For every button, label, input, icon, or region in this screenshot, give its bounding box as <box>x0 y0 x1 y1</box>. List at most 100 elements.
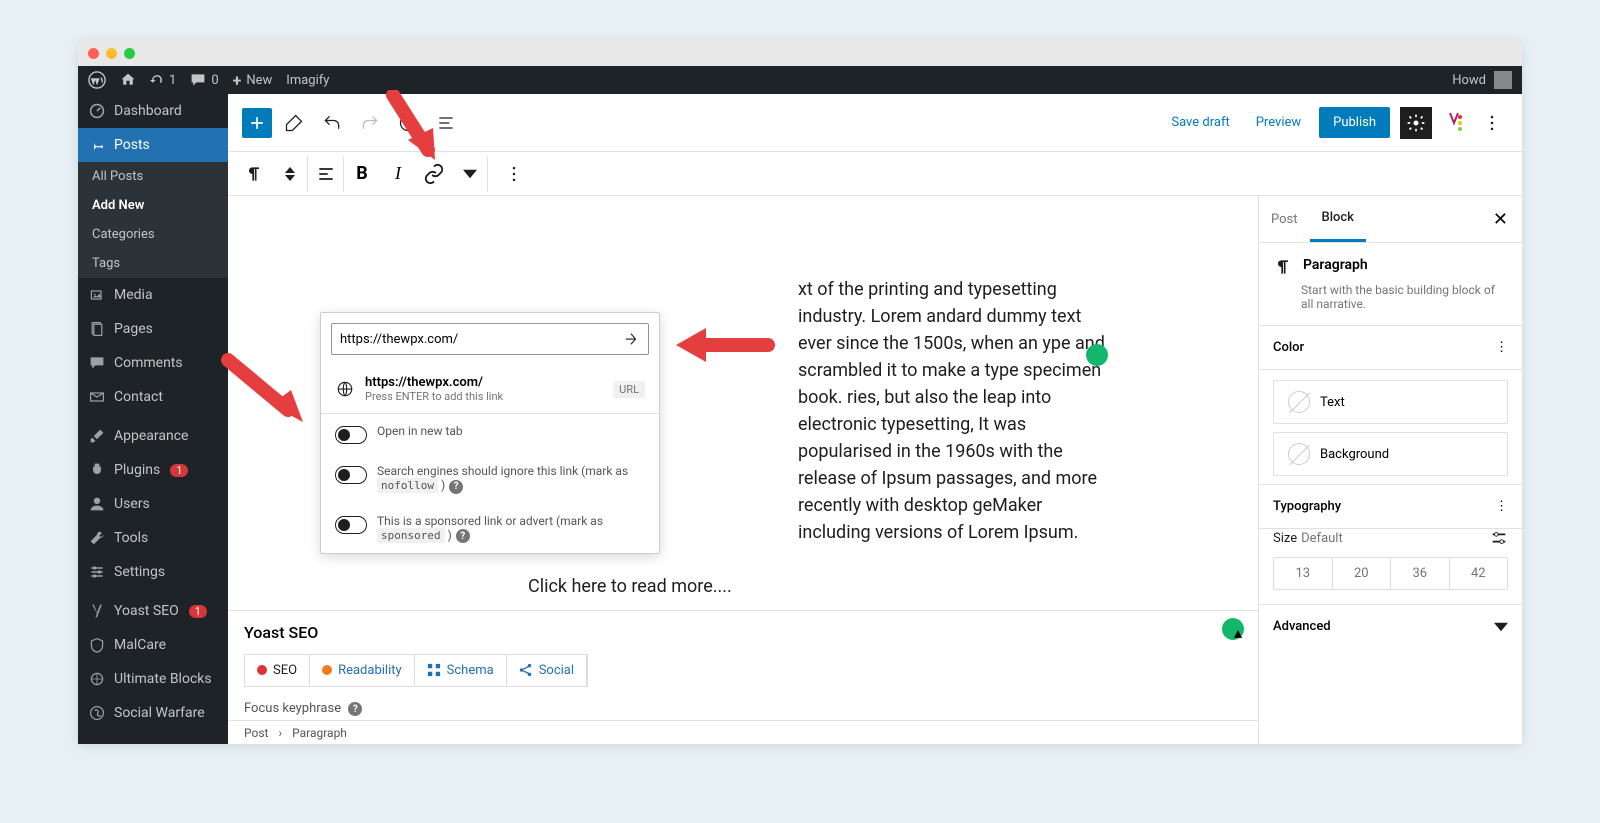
link-suggestion[interactable]: https://thewpx.com/ Press ENTER to add t… <box>321 365 659 414</box>
link-popover: https://thewpx.com/ Press ENTER to add t… <box>320 312 660 554</box>
undo-button[interactable] <box>316 107 348 139</box>
publish-button[interactable]: Publish <box>1319 107 1390 138</box>
background-color-button[interactable]: Background <box>1273 432 1508 476</box>
sidebar-item-malcare[interactable]: MalCare <box>78 628 228 662</box>
sidebar-item-settings[interactable]: Settings <box>78 555 228 589</box>
edit-mode-button[interactable] <box>278 107 310 139</box>
sidebar-subitem-tags[interactable]: Tags <box>78 249 228 278</box>
size-option-20[interactable]: 20 <box>1333 558 1392 589</box>
sidebar-item-users[interactable]: Users <box>78 487 228 521</box>
howdy-text[interactable]: Howd <box>1452 73 1486 88</box>
paragraph-type-button[interactable] <box>236 156 272 192</box>
updates-link[interactable]: 1 <box>150 73 176 88</box>
more-icon[interactable]: ⋮ <box>1495 340 1508 355</box>
imagify-link[interactable]: Imagify <box>286 73 329 88</box>
red-dot-icon <box>257 665 267 675</box>
avatar[interactable] <box>1494 71 1512 89</box>
bold-button[interactable]: B <box>344 156 380 192</box>
sidebar-item-dashboard[interactable]: Dashboard <box>78 94 228 128</box>
yoast-panel-header[interactable]: Yoast SEO ▴ <box>228 611 1258 654</box>
help-icon[interactable]: ? <box>348 702 362 716</box>
plug-icon <box>88 461 106 479</box>
advanced-panel-header[interactable]: Advanced <box>1259 604 1522 648</box>
breadcrumb: Post › Paragraph <box>228 720 1258 744</box>
sidebar-item-social-warfare[interactable]: Social Warfare <box>78 696 228 730</box>
settings-button[interactable] <box>1400 107 1432 139</box>
sidebar-subitem-categories[interactable]: Categories <box>78 220 228 249</box>
more-icon[interactable]: ⋮ <box>1495 499 1508 514</box>
chevron-down-icon <box>1494 620 1508 634</box>
sidebar-item-yoast[interactable]: Yoast SEO1 <box>78 594 228 628</box>
link-button[interactable] <box>416 156 452 192</box>
redo-button[interactable] <box>354 107 386 139</box>
custom-size-icon[interactable] <box>1490 529 1508 547</box>
details-button[interactable] <box>392 107 424 139</box>
pin-icon <box>88 136 106 154</box>
block-more-options[interactable] <box>496 156 532 192</box>
breadcrumb-post[interactable]: Post <box>244 726 268 740</box>
outline-button[interactable] <box>430 107 462 139</box>
sidebar-item-media[interactable]: Media <box>78 278 228 312</box>
sidebar-item-contact[interactable]: Contact <box>78 380 228 414</box>
sidebar-subitem-add-new[interactable]: Add New <box>78 191 228 220</box>
sidebar-item-tools[interactable]: Tools <box>78 521 228 555</box>
tab-block[interactable]: Block <box>1310 196 1366 242</box>
sidebar-item-posts[interactable]: Posts <box>78 128 228 162</box>
help-icon[interactable]: ? <box>449 480 463 494</box>
yoast-tab-readability[interactable]: Readability <box>310 655 415 686</box>
read-more-text[interactable]: Click here to read more.... <box>528 576 1118 597</box>
size-option-36[interactable]: 36 <box>1391 558 1450 589</box>
typography-panel-header[interactable]: Typography⋮ <box>1259 484 1522 529</box>
nofollow-toggle[interactable] <box>335 466 367 484</box>
text-color-button[interactable]: Text <box>1273 380 1508 424</box>
maximize-window-icon[interactable] <box>124 48 135 59</box>
preview-button[interactable]: Preview <box>1248 109 1309 136</box>
sidebar-item-pages[interactable]: Pages <box>78 312 228 346</box>
save-draft-button[interactable]: Save draft <box>1163 109 1237 136</box>
size-option-13[interactable]: 13 <box>1274 558 1333 589</box>
sidebar-item-ultimate-blocks[interactable]: Ultimate Blocks <box>78 662 228 696</box>
help-icon[interactable]: ? <box>456 529 470 543</box>
brush-icon <box>88 427 106 445</box>
font-size-presets: 13 20 36 42 <box>1273 557 1508 590</box>
close-window-icon[interactable] <box>88 48 99 59</box>
yoast-tab-seo[interactable]: SEO <box>245 655 310 686</box>
close-sidebar-button[interactable]: ✕ <box>1479 209 1522 230</box>
move-up-down-button[interactable] <box>272 156 308 192</box>
link-url-input[interactable] <box>340 332 622 347</box>
sidebar-subitem-all-posts[interactable]: All Posts <box>78 162 228 191</box>
sidebar-item-appearance[interactable]: Appearance <box>78 419 228 453</box>
submit-link-icon[interactable] <box>622 330 640 348</box>
editor-canvas[interactable]: https://thewpx.com/ Press ENTER to add t… <box>228 196 1258 744</box>
minimize-window-icon[interactable] <box>106 48 117 59</box>
new-link[interactable]: +New <box>233 71 273 90</box>
size-option-42[interactable]: 42 <box>1450 558 1508 589</box>
globe-icon <box>335 379 355 399</box>
align-button[interactable] <box>308 156 344 192</box>
open-new-tab-toggle[interactable] <box>335 426 367 444</box>
add-block-button[interactable] <box>242 108 272 138</box>
settings-sidebar: Post Block ✕ Paragraph Start with the ba… <box>1258 196 1522 744</box>
suggestion-subtitle: Press ENTER to add this link <box>365 390 603 403</box>
breadcrumb-paragraph[interactable]: Paragraph <box>292 726 347 740</box>
yoast-tab-schema[interactable]: Schema <box>415 655 507 686</box>
yoast-traffic-light-icon[interactable] <box>1442 111 1466 135</box>
grammarly-icon[interactable] <box>1086 344 1108 366</box>
yoast-tab-social[interactable]: Social <box>507 655 587 686</box>
more-options-button[interactable] <box>1476 107 1508 139</box>
mail-icon <box>88 388 106 406</box>
sidebar-item-comments[interactable]: Comments <box>78 346 228 380</box>
dashboard-icon <box>88 102 106 120</box>
paragraph-block[interactable]: xt of the printing and typesetting indus… <box>798 276 1118 546</box>
comments-link[interactable]: 0 <box>190 72 218 88</box>
more-format-button[interactable] <box>452 156 488 192</box>
italic-button[interactable]: I <box>380 156 416 192</box>
sponsored-toggle[interactable] <box>335 516 367 534</box>
sidebar-item-plugins[interactable]: Plugins1 <box>78 453 228 487</box>
color-panel-header[interactable]: Color⋮ <box>1259 326 1522 370</box>
collapse-icon[interactable]: ▴ <box>1234 623 1242 642</box>
wp-logo-icon[interactable] <box>88 71 106 89</box>
comments-icon <box>88 354 106 372</box>
tab-post[interactable]: Post <box>1259 198 1310 241</box>
home-icon[interactable] <box>120 72 136 88</box>
